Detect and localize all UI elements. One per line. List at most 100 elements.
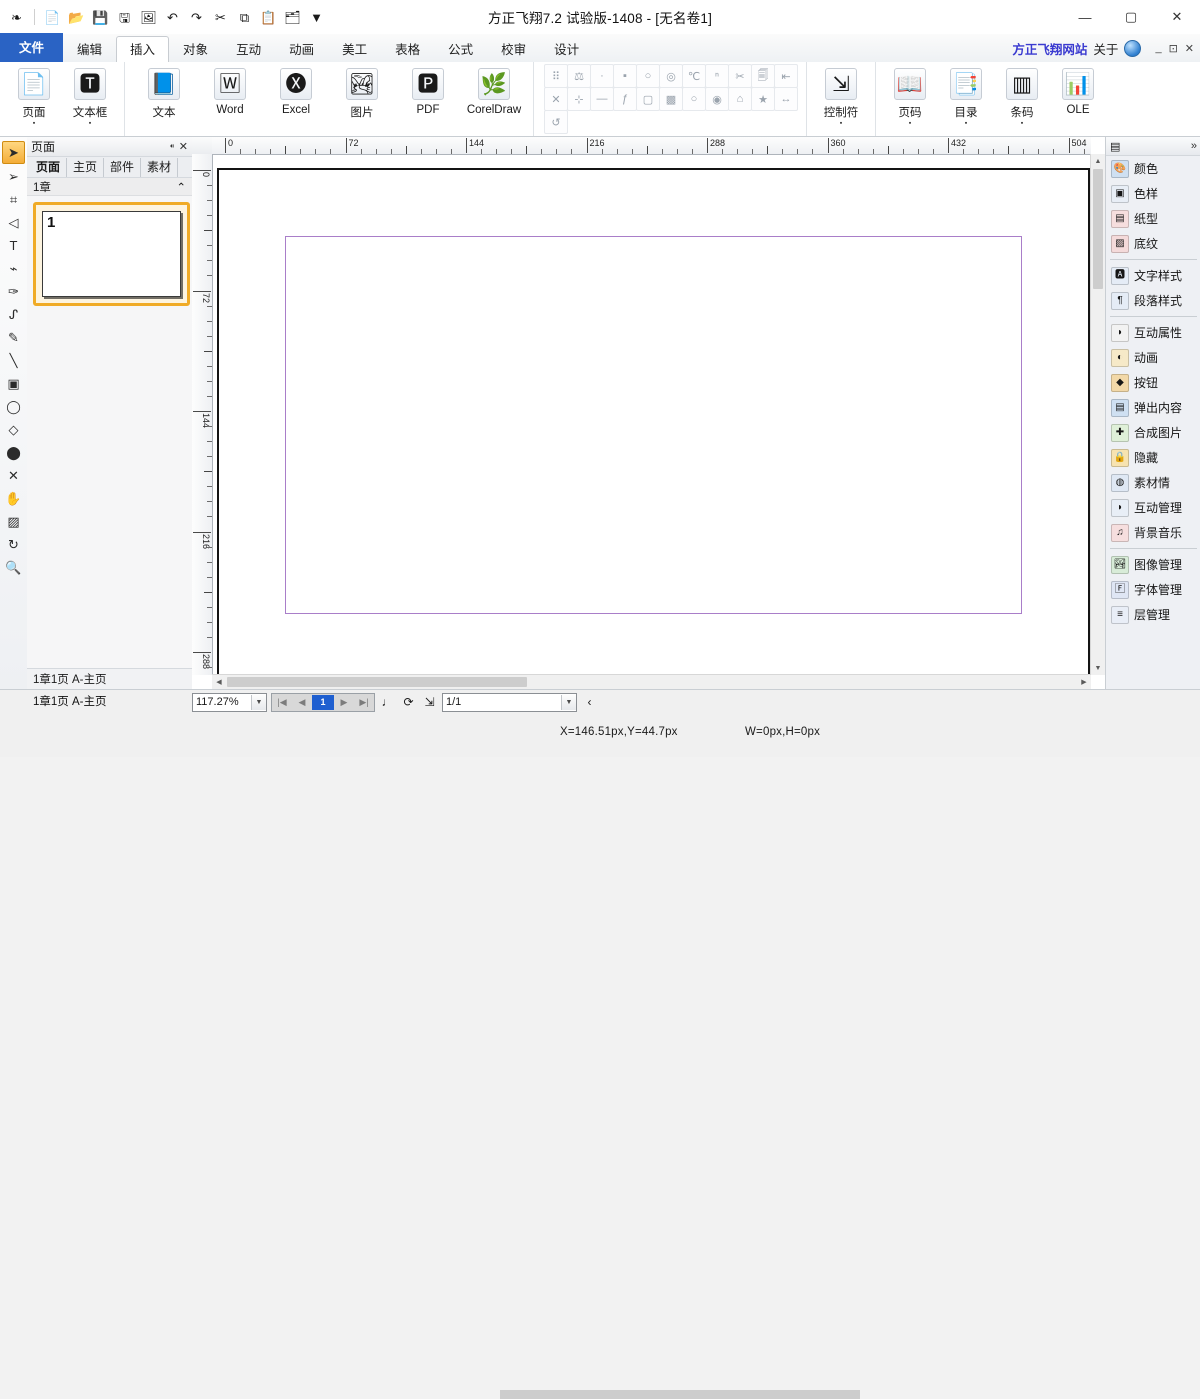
redo-icon[interactable]: ↷ [186,7,207,28]
minimize-button[interactable]: — [1062,0,1108,34]
tab-5[interactable]: 动画 [275,36,328,63]
path-tool[interactable]: ⌁ [3,258,24,279]
symbol-icon-r2-2[interactable]: — [590,87,614,111]
right-panel-item-character-style[interactable]: 🅰 文字样式 [1106,263,1200,288]
dropdown-marker-icon[interactable]: ▪ [1021,120,1023,127]
hand-tool[interactable]: ✋ [3,488,24,509]
customize-dropdown-icon[interactable]: ▼ [306,7,327,28]
right-panel-item-shading[interactable]: ▨ 底纹 [1106,231,1200,256]
symbol-icon-r2-10[interactable]: ↔ [774,87,798,111]
expand-panel-icon[interactable]: » [1191,140,1197,152]
tab-1[interactable]: 编辑 [63,36,116,63]
tab-7[interactable]: 表格 [381,36,434,63]
symbol-icon-r1-1[interactable]: ⚖ [567,64,591,88]
page-thumbnail-selected[interactable]: 1 [33,202,190,306]
document-viewport[interactable] [213,155,1091,675]
publish-icon[interactable]: 🗂 [282,7,303,28]
website-link[interactable]: 方正飞翔网站 [1012,39,1087,58]
ribbon-button-text-icon[interactable]: 📘 文本 [131,63,197,135]
right-panel-item-font-manager[interactable]: 🄵 字体管理 [1106,577,1200,602]
symbol-icon-r2-8[interactable]: ⌂ [728,87,752,111]
status-scroll-thumb[interactable] [500,1390,860,1399]
music-note-icon[interactable]: ♩ [379,694,396,711]
dropdown-marker-icon[interactable]: ▪ [33,120,35,127]
text-tool[interactable]: T [3,235,24,256]
symbol-icon-r1-0[interactable]: ⠿ [544,64,568,88]
symbol-icon-r2-11[interactable]: ↺ [544,110,568,134]
previous-chevron-icon[interactable]: ‹ [581,694,598,711]
ribbon-button-excel-icon[interactable]: 🅧 Excel [263,63,329,135]
horizontal-scroll-thumb[interactable] [227,677,527,687]
symbol-icon-r1-3[interactable]: ▪ [613,64,637,88]
help-icon[interactable] [1124,39,1142,57]
line-tool[interactable]: ╲ [3,350,24,371]
ruler-corner[interactable] [192,137,213,155]
curve-tool[interactable]: ᔑ [3,304,24,325]
open-folder-icon[interactable]: 📂 [66,7,87,28]
horizontal-ruler[interactable]: 0 72 144 216 288 360 432 504 [212,137,1091,155]
right-panel-item-background-music[interactable]: ♫ 背景音乐 [1106,520,1200,545]
symbol-icon-r1-4[interactable]: ○ [636,64,660,88]
right-panel-item-interaction-manager[interactable]: ◗ 互动管理 [1106,495,1200,520]
pen-tool[interactable]: ✑ [3,281,24,302]
chevron-up-icon[interactable]: ⌃ [176,180,186,194]
scroll-right-arrow-icon[interactable]: ▶ [1077,675,1091,689]
scroll-up-arrow-icon[interactable]: ▲ [1091,154,1105,168]
ribbon-button-textbox-icon[interactable]: 🆃 文本框 ▪ [62,63,118,135]
symbol-icon-r2-4[interactable]: ▢ [636,87,660,111]
symbol-icon-r1-2[interactable]: · [590,64,614,88]
right-panel-item-animation[interactable]: ◐ 动画 [1106,345,1200,370]
symbol-icon-r2-7[interactable]: ◉ [705,87,729,111]
export-icon[interactable]: 🖫 [114,7,135,28]
vertical-ruler[interactable]: 0 72 144 216 288 [192,154,213,675]
tab-4[interactable]: 互动 [222,36,275,63]
document-page[interactable] [217,168,1090,675]
page-indicator-combo[interactable]: 1/1 ▼ [442,692,577,712]
page-nav-cell-1[interactable]: ◀ [292,695,312,710]
dropdown-marker-icon[interactable]: ▪ [965,120,967,127]
horizontal-scrollbar[interactable]: ◀ ▶ [212,674,1091,689]
tab-0[interactable]: 文件 [0,33,64,62]
dropdown-marker-icon[interactable]: ▪ [909,120,911,127]
page-panel-tab-3[interactable]: 素材 [141,158,179,177]
right-panel-item-swatch[interactable]: ▣ 色样 [1106,181,1200,206]
close-button[interactable]: ✕ [1154,0,1200,34]
page-panel-tab-0[interactable]: 页面 [30,158,68,177]
pin-icon[interactable]: ⁌ [169,140,175,153]
page-nav-cell-3[interactable]: ▶ [334,695,354,710]
page-thumbnail[interactable]: 1 [42,211,181,297]
ribbon-close-button[interactable]: ✕ [1185,42,1194,55]
ribbon-button-barcode-icon[interactable]: ▥ 条码 ▪ [994,63,1050,135]
circle-tool[interactable]: ⬤ [3,442,24,463]
rectangle-frame-tool[interactable]: ▣ [3,373,24,394]
tab-9[interactable]: 校审 [487,36,540,63]
chevron-down-icon[interactable]: ▼ [561,694,576,710]
right-panel-item-composite-image[interactable]: ✚ 合成图片 [1106,420,1200,445]
right-panel-item-color[interactable]: 🎨 颜色 [1106,156,1200,181]
new-document-icon[interactable]: 📄 [42,7,63,28]
ribbon-minimize-button[interactable]: _ [1155,42,1161,55]
right-panel-item-paper-type[interactable]: ▤ 纸型 [1106,206,1200,231]
ribbon-button-coreldraw-icon[interactable]: 🌿 CorelDraw [461,63,527,135]
scissors-tool[interactable]: ✕ [3,465,24,486]
dropdown-marker-icon[interactable]: ▪ [89,120,91,127]
tab-10[interactable]: 设计 [540,36,593,63]
maximize-button[interactable]: ▢ [1108,0,1154,34]
right-panel-item-paragraph-style[interactable]: ¶ 段落样式 [1106,288,1200,313]
preview-icon[interactable]: 🖼 [138,7,159,28]
page-panel-tab-2[interactable]: 部件 [104,158,142,177]
app-logo-icon[interactable]: ❧ [6,7,27,28]
scroll-down-arrow-icon[interactable]: ▼ [1091,661,1105,675]
ellipse-tool[interactable]: ◯ [3,396,24,417]
page-nav-cell-2[interactable]: 1 [312,694,334,710]
brush-tool[interactable]: ✎ [3,327,24,348]
right-panel-item-popup-content[interactable]: ▤ 弹出内容 [1106,395,1200,420]
ribbon-button-pdf-icon[interactable]: 🅿 PDF [395,63,461,135]
symbol-icon-r1-10[interactable]: ⇤ [774,64,798,88]
undo-icon[interactable]: ↶ [162,7,183,28]
ribbon-button-word-icon[interactable]: 🅆 Word [197,63,263,135]
symbol-icon-r2-5[interactable]: ▩ [659,87,683,111]
chevron-down-icon[interactable]: ▼ [251,694,266,710]
symbol-icon-r2-6[interactable]: ○ [682,87,706,111]
rotate-tool[interactable]: ↻ [3,534,24,555]
